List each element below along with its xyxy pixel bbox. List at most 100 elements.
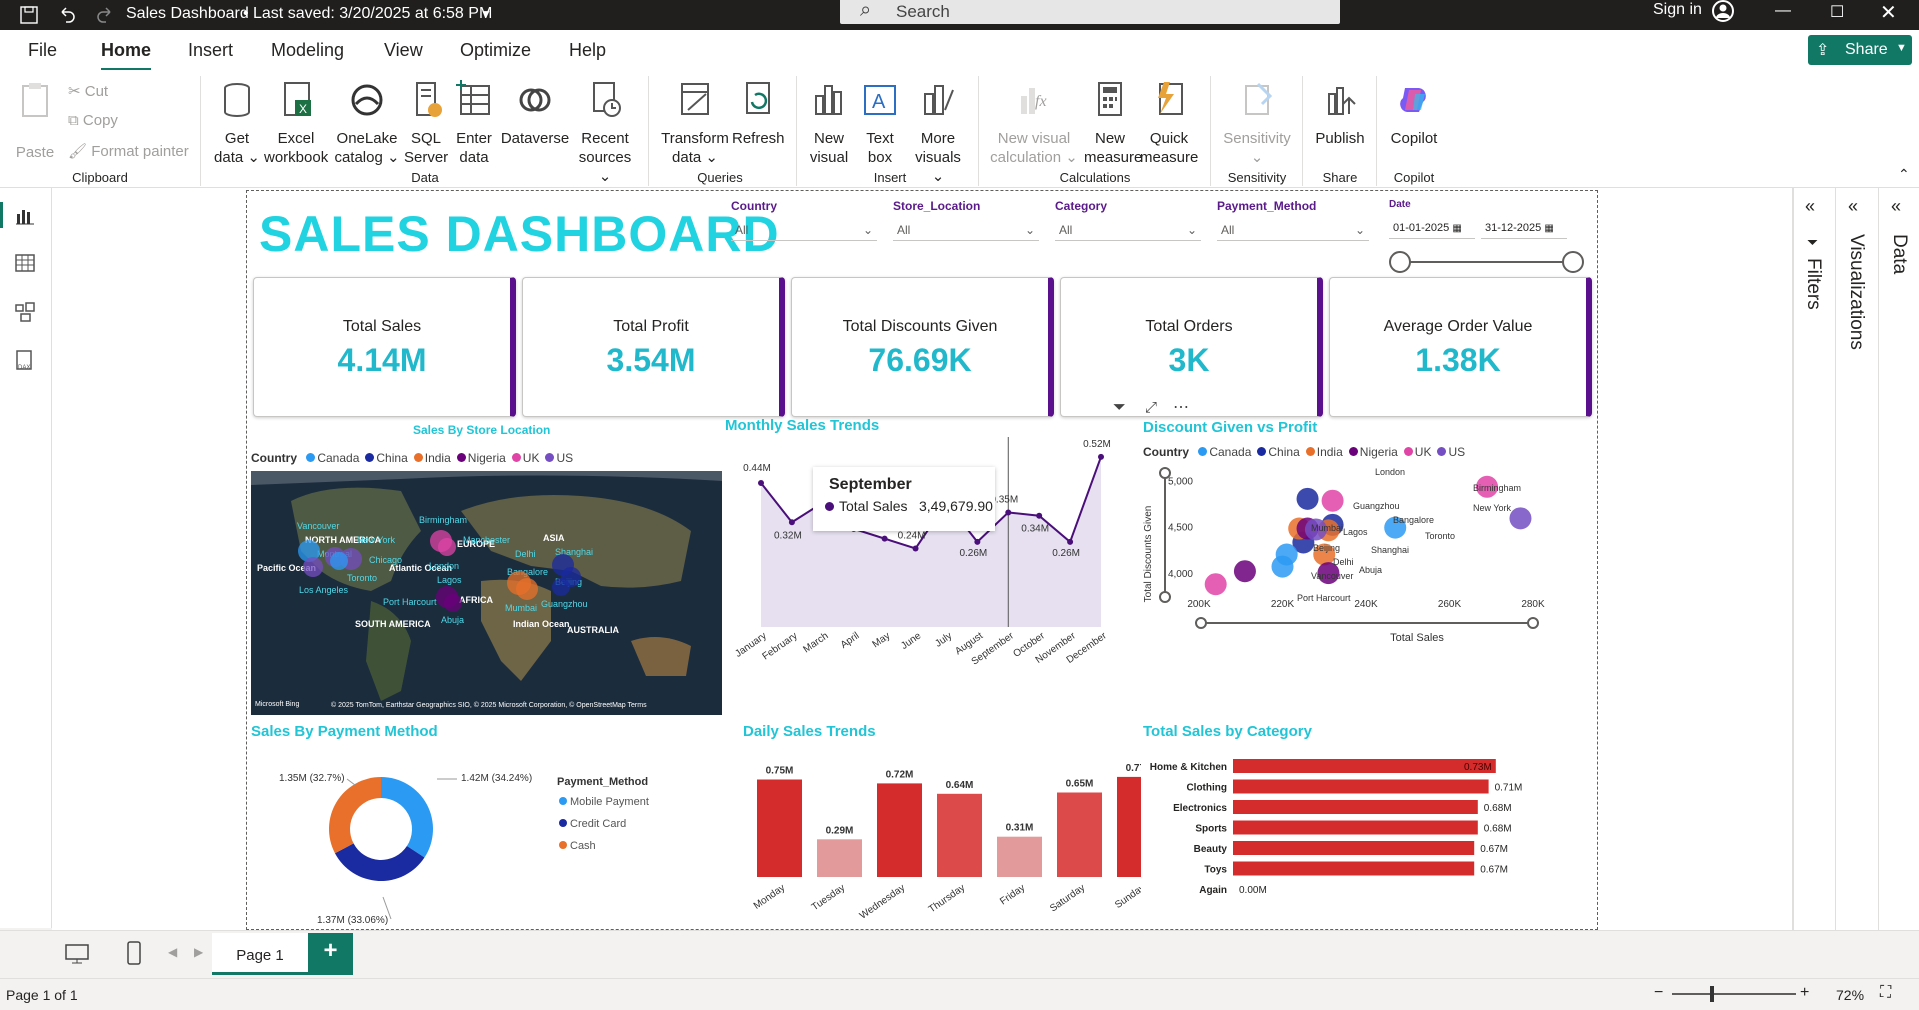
enter-data-button[interactable]: Enter data [452, 80, 496, 167]
legend-item[interactable]: Nigeria [451, 451, 506, 465]
dax-query-view-icon[interactable]: DAX [15, 350, 35, 372]
legend-item[interactable]: US [539, 451, 573, 465]
format-painter-button[interactable]: 🖌 Format painter [68, 142, 189, 160]
sensitivity-button[interactable]: Sensitivity ⌄ [1218, 80, 1296, 167]
legend-item[interactable]: Nigeria [1343, 445, 1398, 459]
focus-mode-icon[interactable]: ⤢ [1145, 399, 1157, 416]
slicer-dropdown[interactable]: All ⌄ [1055, 217, 1201, 241]
zoom-slider[interactable] [1672, 993, 1796, 995]
slicer-store-location[interactable]: Store_Location All ⌄ [893, 199, 1039, 241]
model-view-icon[interactable] [15, 302, 35, 322]
account-icon[interactable] [1710, 0, 1736, 24]
copilot-button[interactable]: Copilot [1384, 80, 1444, 148]
daily-sales-chart[interactable]: 0.75M Monday 0.29M Tuesday 0.72M Wednesday 0.6… [731, 743, 1162, 923]
map-bubble[interactable] [330, 552, 348, 570]
chevron-down-icon[interactable]: ▼ [480, 7, 492, 21]
legend-item[interactable]: China [359, 451, 408, 465]
next-page-icon[interactable]: ▶ [194, 945, 203, 959]
date-from-input[interactable]: 01-01-2025 ▦ [1389, 217, 1475, 239]
legend-item[interactable]: Canada [1192, 445, 1251, 459]
menu-optimize[interactable]: Optimize [460, 40, 531, 61]
maximize-icon[interactable]: ☐ [1830, 2, 1844, 22]
kpi-card-total-orders[interactable]: Total Orders 3K [1060, 277, 1323, 417]
menu-home[interactable]: Home [101, 40, 152, 71]
menu-file[interactable]: File [28, 40, 57, 61]
copy-button[interactable]: ⧉ Copy [68, 112, 118, 129]
menu-view[interactable]: View [384, 40, 423, 61]
zoom-out-icon[interactable]: − [1654, 984, 1663, 1002]
undo-icon[interactable] [58, 6, 76, 24]
scatter-chart[interactable]: Total Discounts Given 5,000 4,500 4,000 200K… [1137, 459, 1577, 699]
zoom-in-icon[interactable]: + [1800, 984, 1809, 1002]
minimize-icon[interactable]: — [1775, 2, 1791, 20]
map-bubble[interactable] [552, 578, 570, 596]
legend-item[interactable]: US [1431, 445, 1465, 459]
close-icon[interactable]: ✕ [1880, 0, 1897, 25]
new-visual-button[interactable]: New visual [806, 80, 852, 167]
collapse-ribbon-icon[interactable]: ⌃ [1898, 166, 1910, 183]
report-view-icon[interactable] [15, 206, 35, 226]
paste-button[interactable]: Paste [12, 80, 58, 162]
visualizations-pane-tab[interactable]: « Visualizations [1836, 188, 1878, 930]
menu-help[interactable]: Help [569, 40, 606, 61]
get-data-button[interactable]: Get data ⌄ [212, 80, 262, 167]
map-bubble[interactable] [303, 557, 323, 577]
new-visual-calculation-button[interactable]: fx New visual calculation ⌄ [990, 80, 1078, 167]
slicer-dropdown[interactable]: All ⌄ [893, 217, 1039, 241]
slicer-country[interactable]: Country All ⌄ [731, 199, 877, 241]
transform-data-button[interactable]: Transform data ⌄ [660, 80, 730, 167]
prev-page-icon[interactable]: ◀ [168, 945, 177, 959]
payment-donut-chart[interactable]: 1.42M (34.24%) 1.37M (33.06%) 1.35M (32.7%… [251, 745, 741, 926]
table-view-icon[interactable] [15, 253, 35, 273]
category-sales-chart[interactable]: Home & Kitchen 0.73M Clothing 0.71M Electron… [1137, 751, 1577, 901]
filters-pane-tab[interactable]: « ⏷ Filters [1793, 188, 1835, 930]
date-to-input[interactable]: 31-12-2025 ▦ [1481, 217, 1567, 239]
quick-measure-button[interactable]: Quick measure [1140, 80, 1198, 167]
date-slicer[interactable]: Date 01-01-2025 ▦ 31-12-2025 ▦ [1389, 199, 1584, 273]
text-box-button[interactable]: A Text box [858, 80, 902, 167]
page-tab-page-1[interactable]: Page 1 [212, 933, 308, 975]
date-range-end-handle[interactable] [1562, 251, 1584, 273]
map-bubble[interactable] [438, 538, 456, 556]
zoom-slider-handle[interactable] [1710, 986, 1714, 1002]
desktop-layout-icon[interactable] [64, 943, 90, 965]
mobile-layout-icon[interactable] [126, 941, 142, 965]
save-icon[interactable] [20, 6, 38, 24]
kpi-card-average-order-value[interactable]: Average Order Value 1.38K [1329, 277, 1592, 417]
fit-to-page-icon[interactable]: ⛶ [1880, 984, 1891, 1002]
share-button[interactable]: ⇪ Share ▼ [1808, 35, 1912, 65]
recent-sources-button[interactable]: Recent sources ⌄ [576, 80, 634, 186]
map-visual[interactable]: VancouverNORTH AMERICAMontrealChicagoNew… [251, 471, 722, 715]
date-range-start-handle[interactable] [1389, 251, 1411, 273]
menu-modeling[interactable]: Modeling [271, 40, 344, 61]
legend-item[interactable]: India [1300, 445, 1343, 459]
refresh-button[interactable]: Refresh [732, 80, 785, 148]
data-pane-tab[interactable]: « Data [1879, 188, 1919, 930]
kpi-card-total-profit[interactable]: Total Profit 3.54M [522, 277, 785, 417]
new-measure-button[interactable]: New measure [1084, 80, 1142, 167]
kpi-card-total-sales[interactable]: Total Sales 4.14M [253, 277, 516, 417]
menu-insert[interactable]: Insert [188, 40, 233, 61]
excel-workbook-button[interactable]: X Excel workbook [264, 80, 328, 167]
legend-item[interactable]: UK [506, 451, 539, 465]
publish-button[interactable]: Publish [1312, 80, 1368, 148]
legend-item[interactable]: China [1251, 445, 1300, 459]
legend-item[interactable]: Canada [300, 451, 359, 465]
add-page-button[interactable]: + [308, 933, 353, 975]
sql-server-button[interactable]: SQL Server [404, 80, 448, 167]
sign-in-link[interactable]: Sign in [1653, 1, 1702, 19]
cut-button[interactable]: ✂ Cut [68, 82, 108, 100]
dataverse-button[interactable]: Dataverse [500, 80, 570, 148]
more-options-icon[interactable]: ⋯ [1173, 397, 1189, 417]
slicer-category[interactable]: Category All ⌄ [1055, 199, 1201, 241]
legend-item[interactable]: UK [1398, 445, 1431, 459]
legend-item[interactable]: India [408, 451, 451, 465]
redo-icon[interactable] [96, 6, 114, 24]
slicer-dropdown[interactable]: All ⌄ [1217, 217, 1369, 241]
search-box[interactable]: ⌕ Search [840, 0, 1340, 24]
map-bubble[interactable] [516, 578, 538, 600]
map-bubble[interactable] [444, 594, 462, 612]
slicer-dropdown[interactable]: All ⌄ [731, 217, 877, 241]
filter-icon[interactable]: ⏷ [1113, 399, 1126, 417]
slicer-payment-method[interactable]: Payment_Method All ⌄ [1217, 199, 1369, 241]
